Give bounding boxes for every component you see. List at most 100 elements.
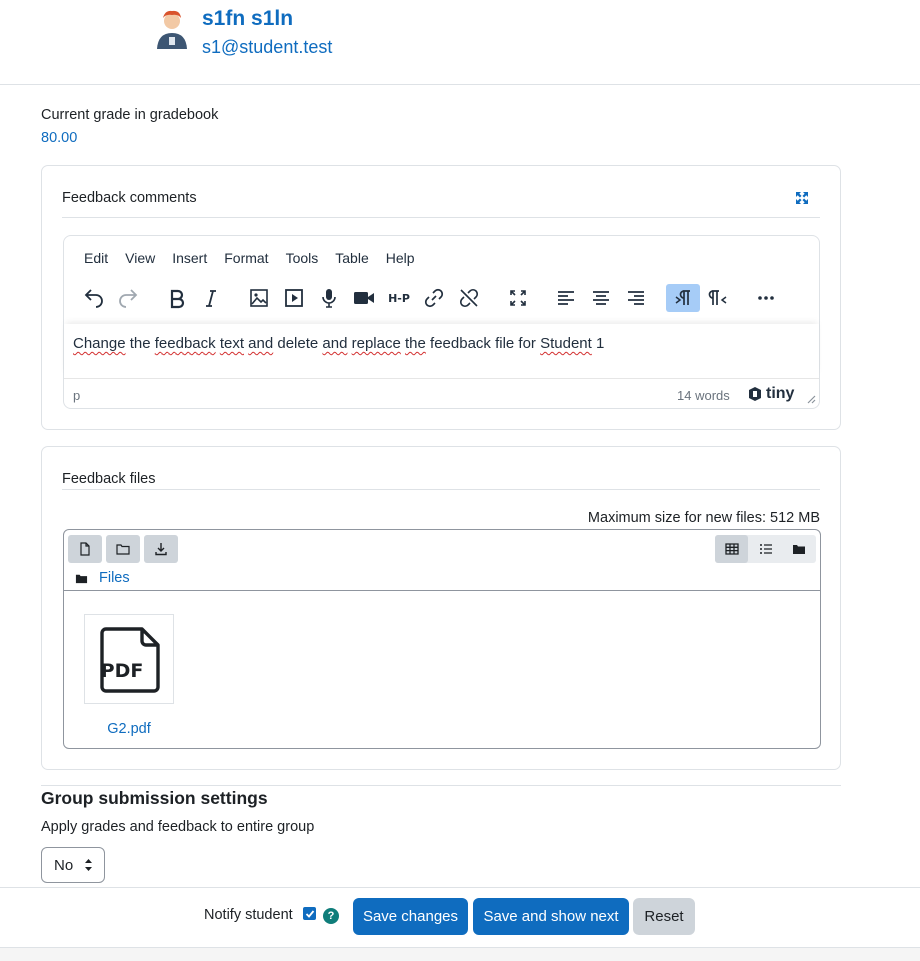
ltr-button[interactable] xyxy=(666,284,700,312)
save-and-show-next-button[interactable]: Save and show next xyxy=(473,898,629,935)
menu-help[interactable]: Help xyxy=(386,250,415,266)
video-camera-icon xyxy=(354,292,374,304)
pdf-icon-label: PDF xyxy=(101,660,144,682)
feedback-comments-card: Feedback comments Edit View Insert Forma… xyxy=(41,165,841,430)
undo-icon xyxy=(84,289,103,308)
menu-edit[interactable]: Edit xyxy=(84,250,108,266)
breadcrumb-files[interactable]: Files xyxy=(99,570,130,586)
undo-button[interactable] xyxy=(76,284,110,312)
folder-outline-icon xyxy=(116,544,130,555)
word: text xyxy=(219,335,244,352)
notify-student-checkbox[interactable] xyxy=(303,907,316,920)
link-button[interactable] xyxy=(417,284,451,312)
group-settings-title: Group submission settings xyxy=(41,788,268,808)
unlink-button[interactable] xyxy=(452,284,486,312)
file-item[interactable]: PDF G2.pdf xyxy=(84,614,174,737)
insert-image-button[interactable] xyxy=(242,284,276,312)
rich-text-editor: Edit View Insert Format Tools Table Help xyxy=(63,235,820,409)
user-name[interactable]: s1fn s1ln xyxy=(202,7,293,31)
menu-insert[interactable]: Insert xyxy=(172,250,207,266)
file-thumbnail: PDF xyxy=(84,614,174,704)
word: delete xyxy=(277,335,319,352)
word: Change xyxy=(73,335,126,352)
record-audio-button[interactable] xyxy=(312,284,346,312)
fullscreen-button[interactable] xyxy=(501,284,535,312)
view-tree-button[interactable] xyxy=(782,535,815,563)
link-icon xyxy=(424,288,444,308)
download-icon xyxy=(155,543,167,556)
editor-content-area[interactable]: Change the feedback text and delete and … xyxy=(64,324,819,378)
align-center-icon xyxy=(593,291,609,305)
view-icons-button[interactable] xyxy=(715,535,748,563)
h5p-button[interactable]: H-P xyxy=(382,284,416,312)
word: the xyxy=(129,335,151,352)
folder-breadcrumb: Files xyxy=(75,570,130,586)
select-arrows-icon xyxy=(85,859,92,871)
grade-label: Current grade in gradebook xyxy=(41,107,219,123)
word-count[interactable]: 14 words xyxy=(677,388,730,403)
bold-button[interactable] xyxy=(160,284,194,312)
folder-icon xyxy=(792,545,805,554)
fullscreen-icon xyxy=(510,290,526,306)
reset-button[interactable]: Reset xyxy=(633,898,695,935)
image-icon xyxy=(250,289,268,307)
element-path[interactable]: p xyxy=(73,388,80,403)
apply-group-select[interactable]: No xyxy=(41,847,105,883)
checkmark-icon xyxy=(305,909,314,918)
download-all-button[interactable] xyxy=(144,535,178,563)
apply-group-label: Apply grades and feedback to entire grou… xyxy=(41,819,315,835)
left-to-right-icon xyxy=(675,290,690,305)
resize-handle-icon[interactable] xyxy=(806,394,816,404)
max-file-size: Maximum size for new files: 512 MB xyxy=(587,510,820,526)
save-changes-button[interactable]: Save changes xyxy=(353,898,468,935)
redo-button[interactable] xyxy=(112,284,146,312)
align-left-button[interactable] xyxy=(549,284,583,312)
word: replace xyxy=(351,335,401,352)
notify-student-label: Notify student xyxy=(204,907,293,923)
word: 1 xyxy=(596,335,605,352)
view-toggle-group xyxy=(715,535,816,563)
tiny-logo[interactable]: tiny xyxy=(747,385,794,403)
feedback-files-header: Feedback files xyxy=(62,447,820,490)
bold-icon xyxy=(170,289,185,309)
italic-icon xyxy=(206,290,216,307)
file-picker-divider xyxy=(64,590,820,591)
folder-icon xyxy=(75,574,88,583)
align-left-icon xyxy=(558,291,574,305)
media-icon xyxy=(285,289,303,307)
svg-text:H-P: H-P xyxy=(388,292,410,305)
menu-tools[interactable]: Tools xyxy=(286,250,319,266)
create-folder-button[interactable] xyxy=(106,535,140,563)
align-right-button[interactable] xyxy=(619,284,653,312)
expand-icon[interactable] xyxy=(795,191,809,205)
editor-toolbar: H-P xyxy=(64,284,819,318)
menu-format[interactable]: Format xyxy=(224,250,268,266)
right-to-left-icon xyxy=(708,290,727,305)
menu-view[interactable]: View xyxy=(125,250,155,266)
pdf-file-icon: PDF xyxy=(100,627,160,693)
menu-table[interactable]: Table xyxy=(335,250,368,266)
grading-panel: Current grade in gradebook 80.00 Feedbac… xyxy=(0,85,920,888)
help-icon[interactable]: ? xyxy=(323,908,339,924)
file-picker: Files PDF G2.pdf xyxy=(63,529,821,749)
user-header: s1fn s1ln s1@student.test xyxy=(0,0,920,85)
rtl-button[interactable] xyxy=(701,284,735,312)
add-file-button[interactable] xyxy=(68,535,102,563)
microphone-icon xyxy=(322,289,336,308)
file-name[interactable]: G2.pdf xyxy=(84,721,174,737)
more-button[interactable] xyxy=(749,284,783,312)
align-center-button[interactable] xyxy=(584,284,618,312)
insert-media-button[interactable] xyxy=(277,284,311,312)
more-icon xyxy=(758,296,774,300)
italic-button[interactable] xyxy=(194,284,228,312)
user-email: s1@student.test xyxy=(202,37,333,57)
align-right-icon xyxy=(628,291,644,305)
record-video-button[interactable] xyxy=(347,284,381,312)
tiny-logo-icon xyxy=(749,387,761,401)
word: Student xyxy=(540,335,592,352)
word: the xyxy=(405,335,426,352)
list-icon xyxy=(759,544,772,554)
view-list-button[interactable] xyxy=(749,535,782,563)
select-value: No xyxy=(54,857,74,874)
feedback-comments-header: Feedback comments xyxy=(62,166,820,218)
